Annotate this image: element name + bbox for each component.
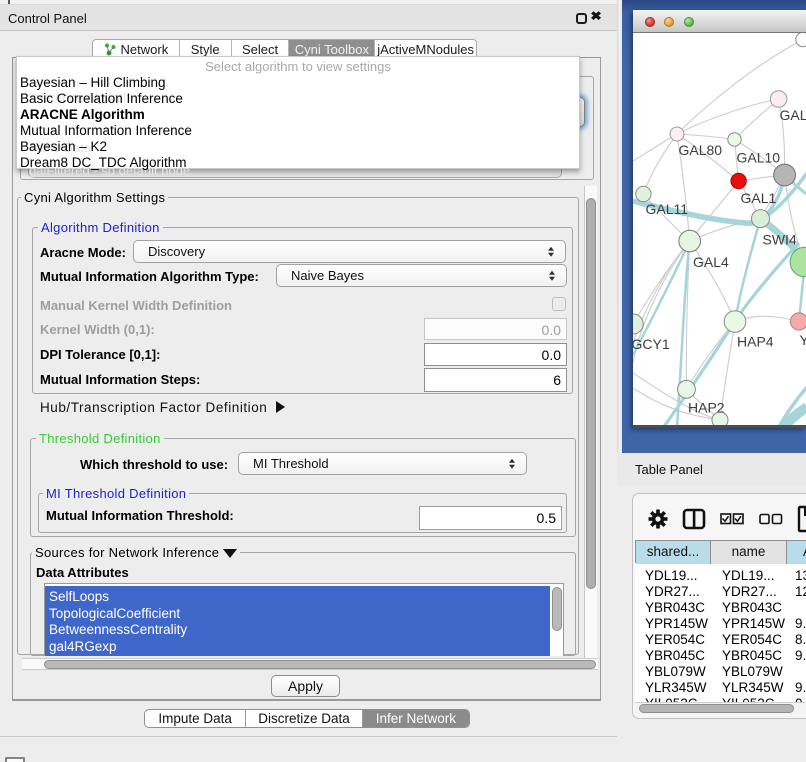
- svg-text:Y: Y: [800, 332, 806, 348]
- svg-text:GAL7: GAL7: [780, 107, 806, 123]
- svg-text:GAL11: GAL11: [646, 201, 689, 217]
- svg-text:HAP2: HAP2: [688, 400, 725, 416]
- svg-text:SWI4: SWI4: [763, 232, 797, 248]
- svg-text:GAL4: GAL4: [693, 254, 729, 270]
- svg-text:GAL1: GAL1: [741, 190, 777, 206]
- svg-text:HAP4: HAP4: [737, 334, 774, 350]
- svg-text:GAL80: GAL80: [679, 142, 723, 158]
- svg-text:GAL10: GAL10: [737, 150, 781, 166]
- svg-text:GCY1: GCY1: [633, 336, 670, 352]
